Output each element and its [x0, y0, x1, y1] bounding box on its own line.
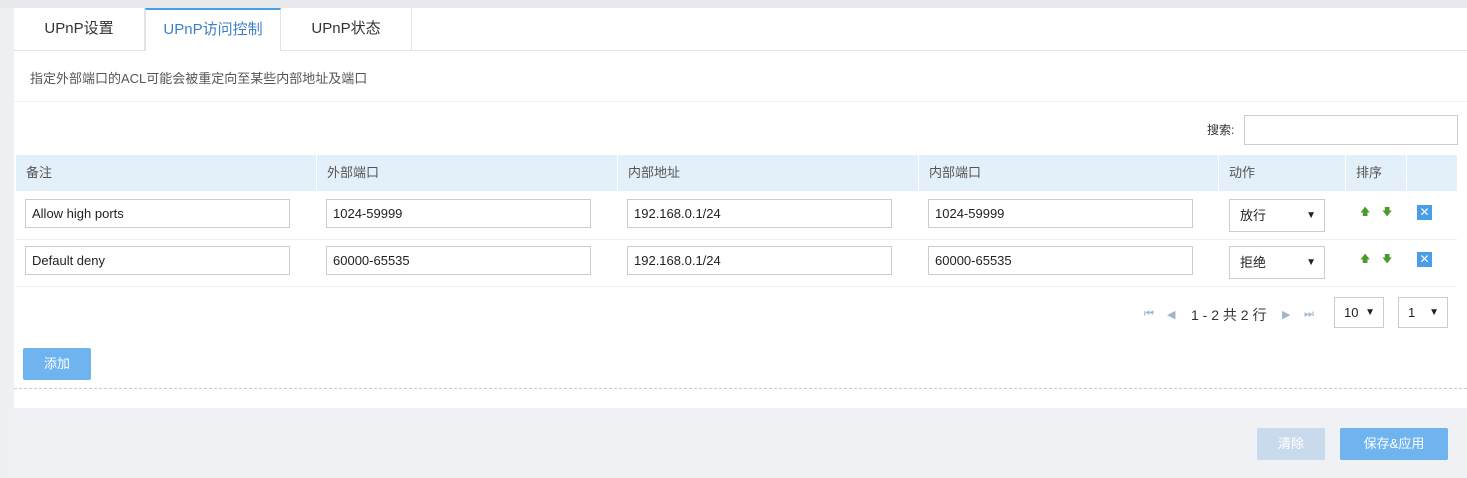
tab-upnp-settings[interactable]: UPnP设置: [14, 8, 145, 50]
external-port-input[interactable]: [326, 246, 591, 275]
description-text: 指定外部端口的ACL可能会被重定向至某些内部地址及端口: [30, 71, 368, 86]
column-header-action: 动作: [1219, 155, 1346, 191]
internal-port-input[interactable]: [928, 246, 1193, 275]
tab-bar: UPnP设置 UPnP访问控制 UPnP状态: [14, 8, 1467, 51]
comment-input[interactable]: [25, 199, 290, 228]
caret-down-icon: ▼: [1429, 307, 1439, 318]
main-panel: UPnP设置 UPnP访问控制 UPnP状态 指定外部端口的ACL可能会被重定向…: [14, 8, 1467, 478]
next-page-icon[interactable]: ▶: [1282, 308, 1290, 321]
tab-upnp-status[interactable]: UPnP状态: [281, 8, 412, 50]
prev-page-icon[interactable]: ◀: [1167, 308, 1175, 321]
internal-address-input[interactable]: [627, 199, 892, 228]
caret-down-icon: ▼: [1306, 210, 1316, 221]
top-strip: [0, 0, 1467, 8]
save-apply-button[interactable]: 保存&应用: [1340, 428, 1448, 460]
comment-input[interactable]: [25, 246, 290, 275]
dashed-divider: [14, 388, 1467, 389]
footer-bar: 清除 保存&应用: [14, 408, 1467, 478]
column-header-internal-address: 内部地址: [618, 155, 919, 191]
pagination-summary: 1 - 2 共 2 行: [1191, 307, 1267, 323]
search-input[interactable]: [1244, 115, 1458, 145]
column-header-comment: 备注: [16, 155, 317, 191]
page-number-value: 1: [1408, 305, 1416, 320]
search-label: 搜索:: [1207, 123, 1235, 137]
first-page-icon[interactable]: ⏮: [1144, 308, 1154, 321]
column-header-delete: [1407, 155, 1457, 191]
close-icon[interactable]: ✕: [1417, 205, 1432, 220]
action-select[interactable]: 拒绝 ▼: [1229, 246, 1325, 279]
table-row: 放行 ▼ 🡅 🡇 ✕: [16, 192, 1457, 240]
internal-address-input[interactable]: [627, 246, 892, 275]
tab-upnp-access-control[interactable]: UPnP访问控制: [145, 8, 281, 51]
page-size-value: 10: [1344, 305, 1359, 320]
arrow-up-icon[interactable]: 🡅: [1360, 252, 1370, 269]
caret-down-icon: ▼: [1306, 257, 1316, 268]
page-number-select[interactable]: 1 ▼: [1398, 297, 1448, 328]
arrow-down-icon[interactable]: 🡇: [1382, 252, 1392, 269]
clear-button[interactable]: 清除: [1257, 428, 1325, 460]
caret-down-icon: ▼: [1365, 307, 1375, 318]
column-header-internal-port: 内部端口: [919, 155, 1219, 191]
column-header-order: 排序: [1346, 155, 1407, 191]
last-page-icon[interactable]: ⏭: [1304, 308, 1314, 321]
action-select-value: 放行: [1240, 208, 1267, 223]
action-select[interactable]: 放行 ▼: [1229, 199, 1325, 232]
table-row: 拒绝 ▼ 🡅 🡇 ✕: [16, 239, 1457, 287]
arrow-down-icon[interactable]: 🡇: [1382, 205, 1392, 222]
external-port-input[interactable]: [326, 199, 591, 228]
action-select-value: 拒绝: [1240, 255, 1267, 270]
add-button[interactable]: 添加: [23, 348, 91, 380]
table-header: 备注 外部端口 内部地址 内部端口 动作 排序: [16, 155, 1457, 191]
page-size-select[interactable]: 10 ▼: [1334, 297, 1384, 328]
internal-port-input[interactable]: [928, 199, 1193, 228]
close-icon[interactable]: ✕: [1417, 252, 1432, 267]
divider: [14, 101, 1467, 102]
arrow-up-icon[interactable]: 🡅: [1360, 205, 1370, 222]
column-header-external-port: 外部端口: [317, 155, 618, 191]
